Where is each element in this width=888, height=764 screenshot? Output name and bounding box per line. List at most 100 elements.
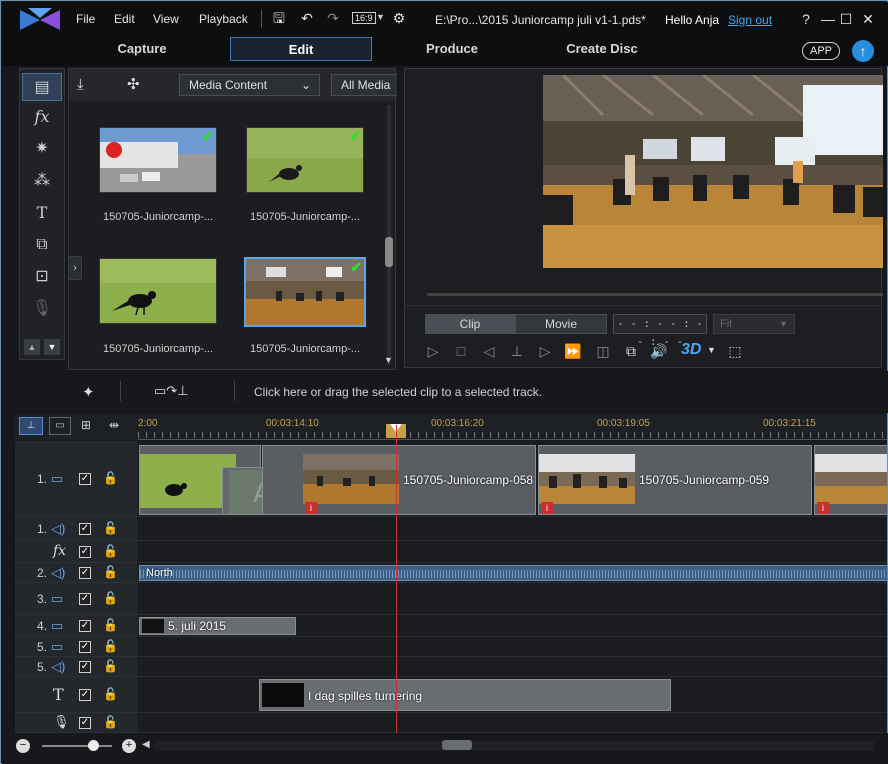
movie-mode-button[interactable]: Movie xyxy=(515,314,607,334)
zoom-in-icon[interactable]: + xyxy=(122,739,136,753)
media-thumb-2[interactable]: ✔ xyxy=(246,127,364,193)
preview-seekbar[interactable] xyxy=(427,293,883,296)
media-thumb-4-selected[interactable]: ✔ xyxy=(244,257,366,327)
upload-icon[interactable]: ↑ xyxy=(852,40,874,62)
tab-capture[interactable]: Capture xyxy=(82,37,202,61)
video-clip-058[interactable]: i 150705-Juniorcamp-058 xyxy=(262,445,536,515)
chevron-down-icon[interactable]: ▼ xyxy=(376,12,385,22)
aspect-ratio-button[interactable]: 16:9 xyxy=(352,12,376,24)
maximize-preview-icon[interactable]: ⬚ xyxy=(725,341,745,361)
fit-dropdown[interactable]: Fit ▼ xyxy=(713,314,795,334)
track-enable-checkbox[interactable]: ✓ xyxy=(79,593,91,605)
track-enable-checkbox[interactable]: ✓ xyxy=(79,717,91,729)
title-room-icon[interactable]: T xyxy=(22,199,62,227)
video-clip-059[interactable]: i 150705-Juniorcamp-059 xyxy=(538,445,812,515)
tab-produce[interactable]: Produce xyxy=(392,37,512,61)
fit-timeline-icon[interactable]: ⇹ xyxy=(109,418,119,432)
split-icon[interactable]: ⊥ xyxy=(507,341,527,361)
title-clip-tournament[interactable]: I dag spilles turnering xyxy=(259,679,671,711)
snapshot-icon[interactable]: ◫ xyxy=(593,341,613,361)
scroll-left-icon[interactable]: ◀ xyxy=(142,739,150,750)
timecode-field[interactable]: - - : - - : - - : - - xyxy=(613,314,707,348)
volume-icon[interactable]: 🔊 xyxy=(649,341,669,361)
library-scrollbar[interactable]: ▼ xyxy=(383,101,395,369)
track-lane-video-3[interactable] xyxy=(138,583,887,615)
track-lane-title[interactable]: I dag spilles turnering xyxy=(138,677,887,713)
insert-clip-icon[interactable]: ▭↷⊥ xyxy=(154,383,189,399)
tab-edit[interactable]: Edit xyxy=(230,37,372,61)
tab-create-disc[interactable]: Create Disc xyxy=(542,37,662,61)
clip-mode-button[interactable]: Clip xyxy=(425,314,515,334)
chevron-down-icon[interactable]: ▼ xyxy=(707,345,716,355)
minimize-button[interactable]: — xyxy=(820,11,836,27)
magic-tools-icon[interactable]: ✦ xyxy=(82,383,95,401)
import-media-icon[interactable]: ⤓ xyxy=(77,76,84,93)
menu-playback[interactable]: Playback xyxy=(199,12,248,26)
audio-clip-north[interactable]: North xyxy=(139,565,887,581)
track-enable-checkbox[interactable]: ✓ xyxy=(79,546,91,558)
save-icon[interactable]: 🖫 xyxy=(270,10,288,26)
chapter-room-icon[interactable]: ⊡ xyxy=(22,263,62,291)
lock-icon[interactable]: 🔓 xyxy=(103,659,118,673)
expand-panel-icon[interactable]: › xyxy=(68,256,82,280)
track-enable-checkbox[interactable]: ✓ xyxy=(79,473,91,485)
close-button[interactable]: ✕ xyxy=(860,11,876,28)
lock-icon[interactable]: 🔓 xyxy=(103,565,118,579)
gear-icon[interactable]: ⚙ xyxy=(390,10,408,26)
plugin-icon[interactable]: ✣ xyxy=(127,75,140,93)
timeline-ruler[interactable]: 2:00 00:03:14:10 00:03:16:20 00:03:19:05… xyxy=(138,414,887,440)
track-lane-video-1[interactable]: A i 150705-Juniorcamp-058 i 150705-Junio… xyxy=(138,441,887,517)
app-button[interactable]: APP xyxy=(802,42,840,60)
transition-room-icon[interactable]: ⧉ xyxy=(22,231,62,259)
track-lane-audio-1[interactable] xyxy=(138,517,887,541)
info-icon[interactable]: i xyxy=(305,502,317,514)
track-lane-audio-2[interactable]: North xyxy=(138,563,887,583)
track-enable-checkbox[interactable]: ✓ xyxy=(79,567,91,579)
track-lane-video-5[interactable] xyxy=(138,637,887,657)
next-frame-icon[interactable]: ▷ xyxy=(535,341,555,361)
track-lane-video-4[interactable]: 5. juli 2015 xyxy=(138,615,887,637)
timeline-view-icon[interactable]: ⊥ xyxy=(19,417,43,435)
lock-icon[interactable]: 🔓 xyxy=(103,521,118,535)
track-lane-audio-5[interactable] xyxy=(138,657,887,677)
pip-room-icon[interactable]: ✷ xyxy=(22,135,62,163)
zoom-slider-thumb[interactable] xyxy=(88,740,99,751)
track-enable-checkbox[interactable]: ✓ xyxy=(79,661,91,673)
play-icon[interactable]: ▷ xyxy=(423,341,443,361)
lock-icon[interactable]: 🔓 xyxy=(103,471,118,485)
lock-icon[interactable]: 🔓 xyxy=(103,618,118,632)
scroll-thumb[interactable] xyxy=(385,237,393,267)
fast-forward-icon[interactable]: ⏩ xyxy=(563,341,583,361)
track-manager-icon[interactable]: ⊞ xyxy=(81,418,91,432)
info-icon[interactable]: i xyxy=(541,502,553,514)
hscroll-thumb[interactable] xyxy=(442,740,472,750)
microphone-icon[interactable]: 🎙 xyxy=(22,295,62,323)
zoom-out-icon[interactable]: − xyxy=(16,739,30,753)
info-icon[interactable]: i xyxy=(817,502,829,514)
3d-mode-button[interactable]: 3D xyxy=(681,341,701,359)
scroll-down-icon[interactable]: ▼ xyxy=(384,355,393,365)
lock-icon[interactable]: 🔓 xyxy=(103,544,118,558)
maximize-button[interactable]: ☐ xyxy=(838,11,854,28)
lock-icon[interactable]: 🔓 xyxy=(103,687,118,701)
track-enable-checkbox[interactable]: ✓ xyxy=(79,641,91,653)
scroll-up-icon[interactable]: ▲ xyxy=(24,339,40,355)
undock-icon[interactable]: ⧉ xyxy=(621,341,641,361)
particle-room-icon[interactable]: ⁂ xyxy=(22,167,62,195)
timeline-hscrollbar[interactable] xyxy=(154,741,874,751)
stop-icon[interactable]: □ xyxy=(451,341,471,361)
media-thumb-1[interactable]: ✔ xyxy=(99,127,217,193)
zoom-slider[interactable] xyxy=(42,745,112,747)
storyboard-view-icon[interactable]: ▭ xyxy=(49,417,71,435)
scroll-down-icon[interactable]: ▼ xyxy=(44,339,60,355)
media-content-dropdown[interactable]: Media Content ⌄ xyxy=(179,74,320,96)
track-enable-checkbox[interactable]: ✓ xyxy=(79,523,91,535)
track-enable-checkbox[interactable]: ✓ xyxy=(79,620,91,632)
previous-frame-icon[interactable]: ◁ xyxy=(479,341,499,361)
redo-icon[interactable]: ↷ xyxy=(324,10,342,26)
title-clip-date[interactable]: 5. juli 2015 xyxy=(139,617,296,635)
fx-room-icon[interactable]: fx xyxy=(22,103,62,131)
track-enable-checkbox[interactable]: ✓ xyxy=(79,689,91,701)
undo-icon[interactable]: ↶ xyxy=(298,10,316,26)
menu-file[interactable]: File xyxy=(76,12,95,26)
